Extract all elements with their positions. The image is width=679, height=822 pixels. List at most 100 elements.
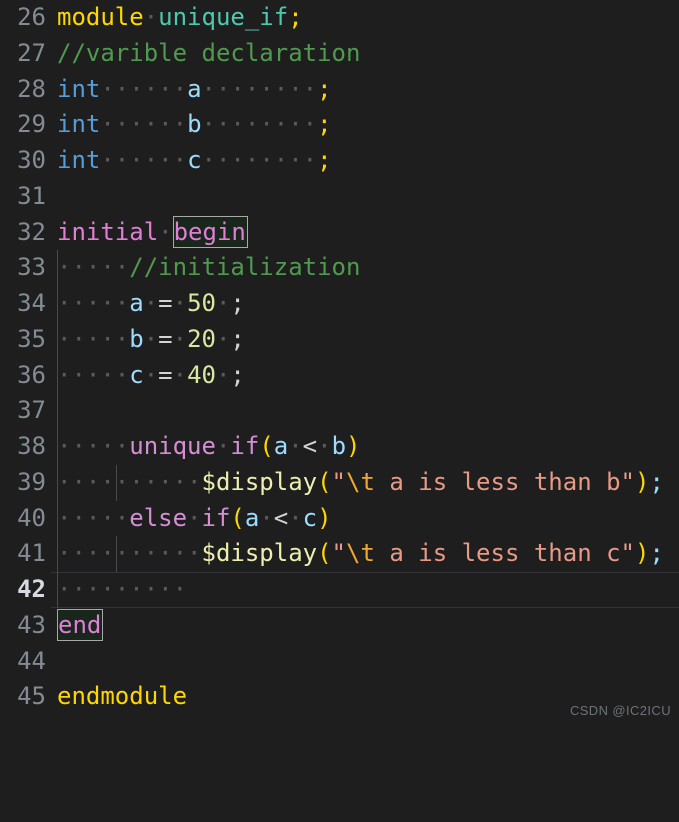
whitespace-dots: ········: [201, 110, 318, 139]
whitespace-dots: ········: [201, 74, 318, 103]
token-string-body: a is less than c: [374, 539, 621, 568]
line-content: ·········: [57, 572, 187, 608]
code-line[interactable]: 43 end: [0, 608, 679, 644]
token-keyword-endmodule: endmodule: [57, 682, 188, 711]
line-content: initial·begin: [57, 215, 248, 251]
whitespace-dots: ······: [100, 74, 188, 103]
token-semicolon: ;: [230, 289, 245, 317]
token-quote-close: ": [620, 467, 635, 496]
code-line[interactable]: 37: [0, 393, 679, 429]
code-line[interactable]: 33 ·····//initialization: [0, 250, 679, 286]
token-keyword-unique: unique: [129, 432, 216, 460]
token-paren-open: (: [259, 432, 274, 460]
whitespace-dot: ·: [317, 432, 332, 460]
token-keyword-if: if: [230, 432, 260, 460]
active-code-line[interactable]: 42 ·········: [0, 572, 679, 608]
token-semicolon: ;: [649, 467, 664, 496]
line-number: 41: [17, 539, 46, 568]
token-paren-close: ): [317, 503, 332, 532]
whitespace-dots: ·····: [57, 289, 130, 317]
code-line[interactable]: 26 module·unique_if;: [0, 0, 679, 36]
line-number: 34: [17, 289, 46, 317]
line-content: int······c········;: [57, 143, 332, 179]
whitespace-dot: ·: [288, 432, 303, 460]
watermark: CSDN @IC2ICU: [569, 703, 671, 718]
code-line[interactable]: 40 ·····else·if(a·<·c): [0, 500, 679, 537]
token-comment: //initialization: [129, 253, 361, 282]
token-paren-open: (: [317, 539, 332, 568]
token-type-int: int: [57, 146, 101, 174]
token-quote-open: ": [331, 467, 346, 496]
token-keyword-if: if: [201, 503, 231, 532]
whitespace-dot: ·: [158, 217, 173, 246]
token-operator-assign: =: [158, 324, 173, 353]
line-number: 30: [17, 146, 46, 174]
line-content: ··········$display("\t a is less than b"…: [57, 465, 664, 501]
line-number: 39: [17, 467, 46, 496]
line-content: ·····c·=·40·;: [57, 358, 245, 394]
bracket-match-begin: begin: [172, 215, 248, 248]
code-line[interactable]: 31: [0, 179, 679, 215]
token-semicolon: ;: [649, 539, 664, 568]
line-content: int······a········;: [57, 72, 332, 108]
token-paren-close: ): [635, 539, 650, 568]
line-content: ·····else·if(a·<·c): [57, 501, 332, 537]
code-line[interactable]: 27 //varible declaration: [0, 36, 679, 72]
token-number-40: 40: [187, 360, 216, 389]
line-content: int······b········;: [57, 107, 332, 143]
bracket-match-end: end: [57, 608, 104, 641]
whitespace-dot: ·: [172, 324, 188, 353]
indent-guide: [57, 393, 58, 429]
code-line[interactable]: 41 ··········$display("\t a is less than…: [0, 536, 679, 572]
line-content: ··········$display("\t a is less than c"…: [57, 536, 664, 572]
line-number: 29: [17, 110, 46, 139]
line-content: ·····//initialization: [57, 250, 360, 286]
whitespace-dot: ·: [143, 3, 159, 31]
line-content: ·····unique·if(a·<·b): [57, 429, 360, 465]
token-operator-assign: =: [158, 360, 173, 389]
token-semicolon: ;: [317, 110, 332, 139]
code-line[interactable]: 36 ·····c·=·40·;: [0, 357, 679, 394]
line-number: 27: [17, 38, 46, 67]
token-operator-assign: =: [158, 289, 173, 317]
whitespace-dot: ·: [172, 360, 188, 389]
token-string-body: a is less than b: [374, 467, 621, 496]
line-number: 36: [17, 360, 46, 389]
code-line[interactable]: 34 ·····a·=·50·;: [0, 286, 679, 322]
whitespace-dots: ·····: [57, 432, 130, 460]
token-system-task-display: $display: [201, 467, 318, 496]
token-keyword-begin: begin: [173, 217, 246, 246]
token-module-name: unique_if: [158, 3, 289, 31]
token-semicolon: ;: [230, 360, 245, 389]
line-content: module·unique_if;: [57, 0, 303, 36]
code-line[interactable]: 38 ·····unique·if(a·<·b): [0, 429, 679, 465]
whitespace-dots: ·········: [57, 575, 188, 603]
code-line[interactable]: 29 int······b········;: [0, 107, 679, 143]
code-editor[interactable]: 26 module·unique_if; 27 //varible declar…: [0, 0, 679, 724]
code-line[interactable]: 32 initial·begin: [0, 215, 679, 251]
code-line[interactable]: 30 int······c········;: [0, 143, 679, 179]
token-identifier-b: b: [331, 432, 347, 460]
whitespace-dots: ········: [201, 146, 318, 174]
code-line[interactable]: 44: [0, 644, 679, 680]
token-system-task-display: $display: [201, 539, 318, 568]
code-line[interactable]: 39 ··········$display("\t a is less than…: [0, 464, 679, 501]
whitespace-dots: ·····: [57, 324, 130, 353]
token-identifier-c: c: [129, 360, 144, 389]
code-line[interactable]: 28 int······a········;: [0, 72, 679, 108]
line-content: ·····a·=·50·;: [57, 286, 245, 322]
token-quote-close: ": [620, 539, 635, 568]
line-content: ·····b·=·20·;: [57, 322, 245, 358]
line-number: 40: [17, 503, 46, 532]
whitespace-dots: ·····: [57, 503, 130, 532]
whitespace-dot: ·: [288, 503, 303, 532]
whitespace-dot: ·: [259, 503, 274, 532]
whitespace-dot: ·: [143, 289, 159, 317]
line-number-active: 42: [17, 575, 46, 603]
token-paren-close: ): [346, 432, 361, 460]
whitespace-dot: ·: [187, 503, 202, 532]
line-content: //varible declaration: [57, 36, 360, 72]
code-line[interactable]: 35 ·····b·=·20·;: [0, 321, 679, 358]
token-paren-open: (: [317, 467, 332, 496]
token-number-20: 20: [187, 324, 216, 353]
